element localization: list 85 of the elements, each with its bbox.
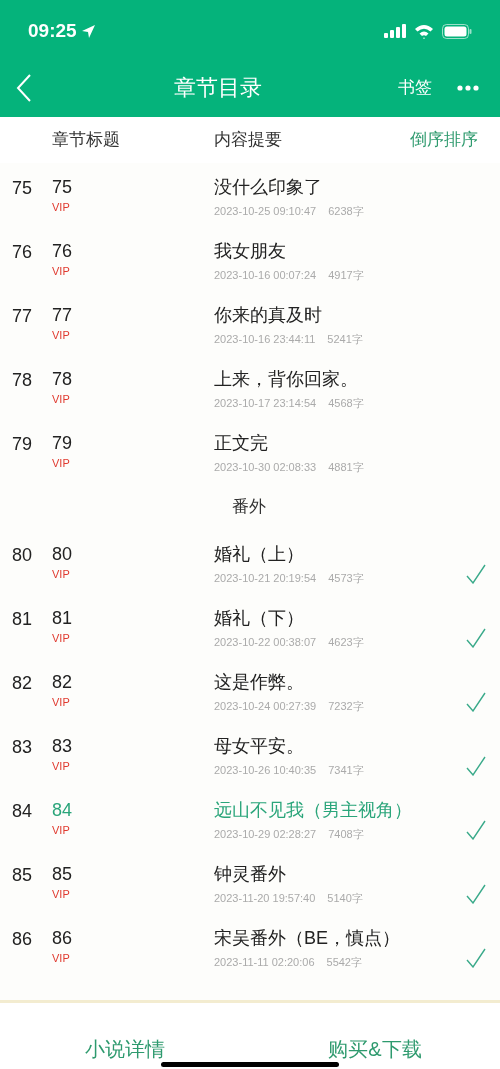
chapter-date: 2023-10-17 23:14:54	[214, 396, 317, 411]
chapter-index: 76	[12, 241, 33, 264]
chapter-item[interactable]: 这是作弊。	[214, 670, 304, 694]
column-header: 内容提要	[214, 129, 283, 152]
chapter-date: 2023-11-11 02:20:06	[214, 955, 315, 970]
vip-tag: VIP	[52, 950, 73, 966]
word-count: 6238字	[328, 204, 364, 219]
word-count: 4623字	[328, 635, 364, 650]
more-icon	[457, 84, 479, 91]
chapter-index: 85	[12, 864, 33, 887]
chapter-date: 2023-10-26 10:40:35	[214, 763, 317, 778]
vip-tag: VIP	[52, 758, 73, 774]
chapter-date: 2023-10-30 02:08:33	[214, 460, 317, 475]
vip-tag: VIP	[52, 199, 73, 215]
chapter-item[interactable]: 钟灵番外	[214, 862, 286, 886]
word-count: 7341字	[328, 763, 364, 778]
chapter-date: 2023-10-21 20:19:54	[214, 571, 317, 586]
chapter-index: 82	[12, 672, 33, 695]
chapter-item[interactable]: 婚礼（上）	[214, 542, 304, 566]
chapter-index: 79	[12, 433, 33, 456]
chapter-number: 83	[52, 735, 73, 758]
vip-tag: VIP	[52, 263, 73, 279]
word-count: 7408字	[328, 827, 364, 842]
chapter-number: 78	[52, 368, 73, 391]
chapter-date: 2023-10-29 02:28:27	[214, 827, 317, 842]
chapter-date: 2023-10-16 23:44:11	[214, 332, 316, 347]
vip-tag: VIP	[52, 694, 73, 710]
chapter-index: 80	[12, 544, 33, 567]
chapter-number: 75	[52, 176, 73, 199]
chapter-item[interactable]: 上来，背你回家。	[214, 367, 358, 391]
status-time: 09:25	[28, 18, 77, 43]
chapter-index: 77	[12, 305, 33, 328]
word-count: 4917字	[328, 268, 364, 283]
chapter-date: 2023-10-24 00:27:39	[214, 699, 317, 714]
vip-tag: VIP	[52, 566, 73, 582]
chapter-date: 2023-10-16 00:07:24	[214, 268, 317, 283]
buy-download-button[interactable]: 购买&下载	[328, 1029, 422, 1069]
chapter-number: 85	[52, 863, 73, 886]
chapter-index: 86	[12, 928, 33, 951]
chapter-date: 2023-10-22 00:38:07	[214, 635, 317, 650]
chapter-item[interactable]: 我女朋友	[214, 239, 286, 263]
vip-tag: VIP	[52, 455, 73, 471]
chapter-number: 81	[52, 607, 73, 630]
chapter-index: 78	[12, 369, 33, 392]
vip-tag: VIP	[52, 327, 73, 343]
back-icon	[16, 73, 32, 102]
chapter-number: 76	[52, 240, 73, 263]
word-count: 5241字	[327, 332, 363, 347]
signal-icon	[384, 24, 406, 38]
word-count: 5542字	[326, 955, 362, 970]
section-heading: 番外	[232, 495, 266, 518]
chapter-item[interactable]: 没什么印象了	[214, 175, 322, 199]
novel-details-button[interactable]: 小说详情	[85, 1029, 165, 1069]
chapter-index: 83	[12, 736, 33, 759]
word-count: 4573字	[328, 571, 364, 586]
wifi-icon	[414, 23, 434, 39]
chapter-index: 75	[12, 177, 33, 200]
chapter-date: 2023-10-25 09:10:47	[214, 204, 317, 219]
battery-icon	[442, 23, 472, 39]
chapter-item[interactable]: 你来的真及时	[214, 303, 322, 327]
chapter-number: 84	[52, 799, 73, 822]
chapter-index: 81	[12, 608, 33, 631]
location-arrow-icon	[80, 23, 96, 39]
word-count: 4881字	[328, 460, 364, 475]
chapter-item[interactable]: 正文完	[214, 431, 268, 455]
chapter-number: 80	[52, 543, 73, 566]
word-count: 5140字	[327, 891, 363, 906]
vip-tag: VIP	[52, 391, 73, 407]
chapter-number: 77	[52, 304, 73, 327]
chapter-number: 86	[52, 927, 73, 950]
chapter-number: 79	[52, 432, 73, 455]
chapter-date: 2023-11-20 19:57:40	[214, 891, 316, 906]
chapter-number: 82	[52, 671, 73, 694]
chapter-item[interactable]: 宋吴番外（BE，慎点）	[214, 926, 400, 950]
page-title: 章节目录	[174, 74, 262, 102]
chapter-item[interactable]: 母女平安。	[214, 734, 304, 758]
word-count: 7232字	[328, 699, 364, 714]
vip-tag: VIP	[52, 822, 73, 838]
chapter-item[interactable]: 婚礼（下）	[214, 606, 304, 630]
vip-tag: VIP	[52, 630, 73, 646]
word-count: 4568字	[328, 396, 364, 411]
sort-button[interactable]: 倒序排序	[410, 127, 478, 153]
vip-tag: VIP	[52, 886, 73, 902]
chapter-index: 84	[12, 800, 33, 823]
column-header: 章节标题	[52, 129, 121, 152]
